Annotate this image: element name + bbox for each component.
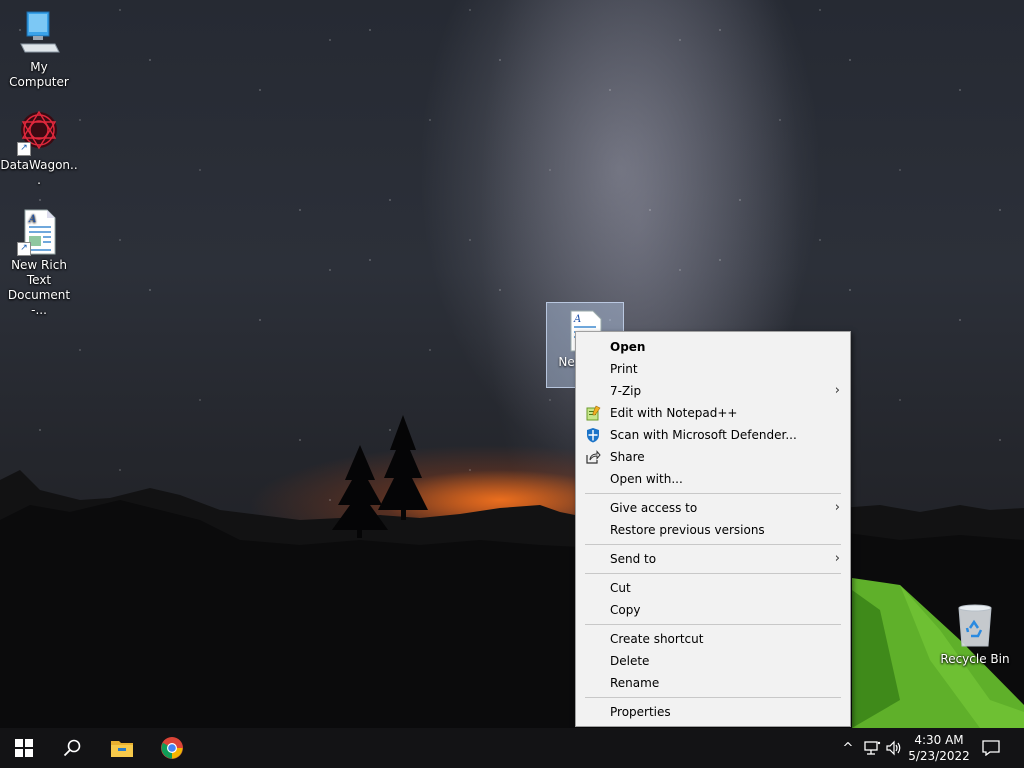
defender-shield-icon <box>587 428 599 443</box>
rich-text-document-icon: A ↗ <box>15 208 63 256</box>
search-icon <box>63 739 81 757</box>
menu-item-open[interactable]: Open <box>576 336 850 358</box>
menu-separator <box>585 697 841 698</box>
chevron-right-icon: › <box>834 500 840 515</box>
menu-item-cut[interactable]: Cut <box>576 577 850 599</box>
menu-item-send-to[interactable]: Send to › <box>576 548 850 570</box>
datawagon-icon: ↗ <box>15 108 63 156</box>
start-button[interactable] <box>0 728 48 768</box>
desktop-icon-my-computer[interactable]: My Computer <box>0 10 78 90</box>
wallpaper-landscape <box>0 415 1024 768</box>
chevron-up-icon: ^ <box>842 740 854 756</box>
network-icon[interactable] <box>862 738 882 758</box>
taskbar-clock[interactable]: 4:30 AM 5/23/2022 <box>906 732 972 764</box>
recycle-bin-icon <box>951 602 999 650</box>
folder-icon <box>111 741 133 757</box>
computer-icon <box>15 10 63 58</box>
show-hidden-icons-button[interactable]: ^ <box>838 738 858 758</box>
chrome-button[interactable] <box>148 728 196 768</box>
notepad-plus-plus-icon <box>586 405 601 421</box>
svg-text:A: A <box>573 314 581 325</box>
clock-date: 5/23/2022 <box>908 749 970 763</box>
desktop-icon-datawagon[interactable]: ↗ DataWagon... <box>0 108 78 188</box>
search-button[interactable] <box>48 728 96 768</box>
menu-item-rename[interactable]: Rename <box>576 672 850 694</box>
desktop-icon-recycle-bin[interactable]: Recycle Bin <box>936 602 1014 667</box>
volume-icon[interactable] <box>884 738 904 758</box>
menu-item-give-access-to[interactable]: Give access to › <box>576 497 850 519</box>
windows-logo-icon <box>15 739 33 757</box>
menu-item-edit-with-notepad[interactable]: Edit with Notepad++ <box>576 402 850 424</box>
context-menu[interactable]: Open Print 7-Zip › Edit with Notepad++ S… <box>575 331 851 727</box>
menu-separator <box>585 624 841 625</box>
menu-separator <box>585 544 841 545</box>
shortcut-arrow-icon: ↗ <box>17 142 31 156</box>
menu-separator <box>585 573 841 574</box>
svg-text:A: A <box>28 214 36 225</box>
menu-item-create-shortcut[interactable]: Create shortcut <box>576 628 850 650</box>
notification-icon <box>982 740 1000 756</box>
menu-separator <box>585 493 841 494</box>
menu-item-scan-defender[interactable]: Scan with Microsoft Defender... <box>576 424 850 446</box>
menu-item-restore-previous-versions[interactable]: Restore previous versions <box>576 519 850 541</box>
menu-item-7zip[interactable]: 7-Zip › <box>576 380 850 402</box>
share-icon <box>586 450 601 464</box>
chevron-right-icon: › <box>834 383 840 398</box>
action-center-button[interactable] <box>980 738 1002 758</box>
menu-item-print[interactable]: Print <box>576 358 850 380</box>
desktop-icon-new-rich-text-document[interactable]: A ↗ New Rich Text Document -... <box>0 208 78 318</box>
menu-item-delete[interactable]: Delete <box>576 650 850 672</box>
menu-item-properties[interactable]: Properties <box>576 701 850 723</box>
menu-item-open-with[interactable]: Open with... <box>576 468 850 490</box>
chevron-right-icon: › <box>834 551 840 566</box>
shortcut-arrow-icon: ↗ <box>17 242 31 256</box>
menu-item-copy[interactable]: Copy <box>576 599 850 621</box>
menu-item-share[interactable]: Share <box>576 446 850 468</box>
clock-time: 4:30 AM <box>914 733 964 747</box>
chrome-icon <box>161 737 183 759</box>
taskbar: ^ 4:30 AM 5/23/2022 <box>0 728 1024 768</box>
desktop[interactable]: My Computer ↗ DataWagon... A ↗ New Rich … <box>0 0 1024 768</box>
file-explorer-button[interactable] <box>98 728 146 768</box>
